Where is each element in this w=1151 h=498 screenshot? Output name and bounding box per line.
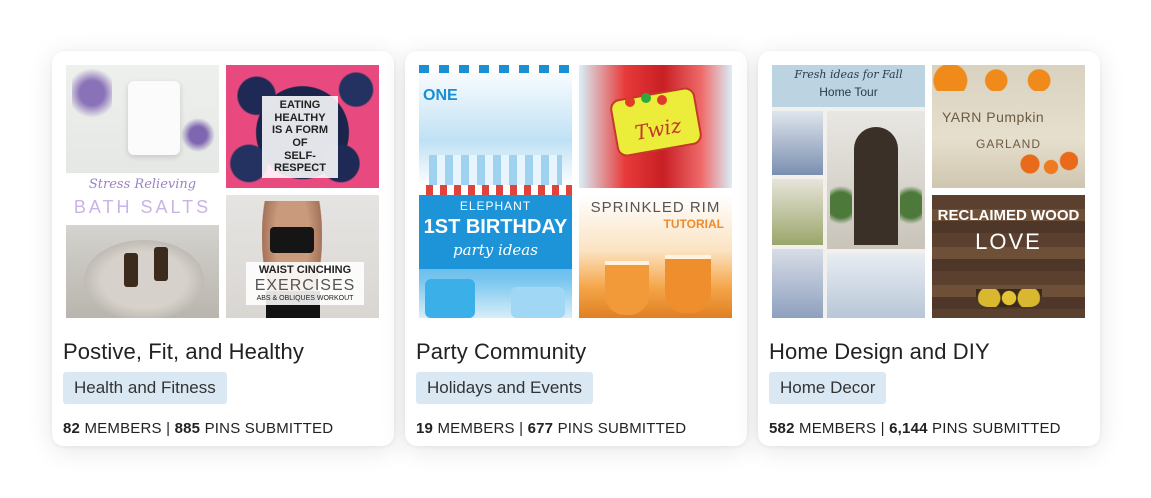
pin-image-elephant-birthday[interactable]: ONE ELEPHANT 1ST BIRTHDAY party ideas — [419, 65, 572, 318]
image-text: YARN Pumpkin — [942, 109, 1045, 125]
members-label: MEMBERS — [799, 420, 877, 437]
image-text: WAIST CINCHING EXERCISES ABS & OBLIQUES … — [246, 262, 364, 306]
image-text: SPRINKLED RIM — [590, 199, 721, 216]
pin-image-bath-salts[interactable]: Stress Relieving BATH SALTS — [66, 65, 219, 318]
pin-image-waist-exercises[interactable]: WAIST CINCHING EXERCISES ABS & OBLIQUES … — [226, 195, 379, 318]
members-count: 582 — [769, 420, 795, 437]
card-stats: 82 MEMBERS | 885 PINS SUBMITTED — [63, 420, 333, 437]
pin-image-fall-home-tour[interactable]: Fresh ideas for Fall Home Tour — [772, 65, 925, 318]
image-text: ONE — [423, 87, 458, 104]
category-tag[interactable]: Home Decor — [769, 372, 887, 404]
members-count: 19 — [416, 420, 434, 437]
image-text: EATING HEALTHY IS A FORM OF SELF-RESPECT — [262, 96, 338, 178]
stats-separator: | — [519, 420, 524, 437]
image-text: Stress Relieving — [88, 177, 197, 192]
card-title[interactable]: Postive, Fit, and Healthy — [63, 339, 304, 365]
image-text: party ideas — [453, 241, 538, 259]
image-text: BATH SALTS — [73, 197, 212, 217]
community-card-party[interactable]: ONE ELEPHANT 1ST BIRTHDAY party ideas Tw… — [405, 51, 747, 446]
image-collage[interactable]: Fresh ideas for Fall Home Tour YARN Pump… — [772, 65, 1085, 318]
pins-count: 885 — [174, 420, 201, 437]
image-text: LOVE — [975, 229, 1042, 254]
image-text: Fresh ideas for Fall — [794, 68, 903, 81]
image-collage[interactable]: ONE ELEPHANT 1ST BIRTHDAY party ideas Tw… — [419, 65, 732, 318]
members-count: 82 — [63, 420, 81, 437]
image-text: Home Tour — [819, 85, 878, 99]
members-label: MEMBERS — [437, 420, 515, 437]
pins-label: PINS SUBMITTED — [557, 420, 687, 437]
stats-separator: | — [880, 420, 885, 437]
stats-separator: | — [166, 420, 171, 437]
community-card-fitness[interactable]: Stress Relieving BATH SALTS EATING HEALT… — [52, 51, 394, 446]
image-text: RECLAIMED WOOD — [937, 207, 1080, 224]
pins-count: 677 — [527, 420, 554, 437]
pins-count: 6,144 — [889, 420, 928, 437]
community-cards: Stress Relieving BATH SALTS EATING HEALT… — [52, 51, 1100, 446]
image-text: ELEPHANT — [459, 199, 532, 213]
card-title[interactable]: Party Community — [416, 339, 586, 365]
image-text: 1ST BIRTHDAY — [423, 216, 568, 238]
category-tag[interactable]: Holidays and Events — [416, 372, 593, 404]
pins-label: PINS SUBMITTED — [204, 420, 334, 437]
pin-image-sprinkled-rim[interactable]: SPRINKLED RIM TUTORIAL — [579, 195, 732, 318]
image-collage[interactable]: Stress Relieving BATH SALTS EATING HEALT… — [66, 65, 379, 318]
community-card-home[interactable]: Fresh ideas for Fall Home Tour YARN Pump… — [758, 51, 1100, 446]
card-stats: 19 MEMBERS | 677 PINS SUBMITTED — [416, 420, 686, 437]
pin-image-reclaimed-wood[interactable]: RECLAIMED WOOD LOVE — [932, 195, 1085, 318]
pin-image-yarn-pumpkin[interactable]: YARN Pumpkin GARLAND — [932, 65, 1085, 188]
card-stats: 582 MEMBERS | 6,144 PINS SUBMITTED — [769, 420, 1061, 437]
members-label: MEMBERS — [84, 420, 162, 437]
image-text: TUTORIAL — [663, 217, 724, 231]
pin-image-twiz[interactable]: Twiz — [579, 65, 732, 188]
pin-image-eating-healthy[interactable]: EATING HEALTHY IS A FORM OF SELF-RESPECT — [226, 65, 379, 188]
category-tag[interactable]: Health and Fitness — [63, 372, 227, 404]
pins-label: PINS SUBMITTED — [932, 420, 1061, 437]
card-title[interactable]: Home Design and DIY — [769, 339, 990, 365]
